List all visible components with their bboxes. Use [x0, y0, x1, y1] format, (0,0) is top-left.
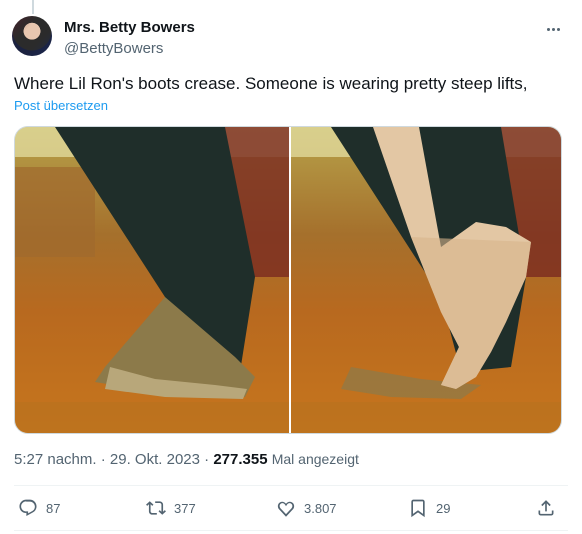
tweet-date[interactable]: 29. Okt. 2023: [110, 451, 200, 468]
media-grid[interactable]: [14, 126, 562, 434]
repost-button[interactable]: 377: [146, 498, 196, 518]
media-image-left[interactable]: [15, 127, 289, 433]
reply-count: 87: [46, 500, 61, 516]
translate-post-link[interactable]: Post übersetzen: [14, 98, 108, 113]
bookmark-icon: [411, 499, 425, 518]
share-button[interactable]: [536, 498, 556, 518]
meta-separator: ·: [204, 451, 214, 468]
share-icon: [538, 500, 554, 516]
media-image-right[interactable]: [289, 127, 561, 433]
author-name[interactable]: Mrs. Betty Bowers: [64, 19, 195, 36]
avatar[interactable]: [12, 16, 52, 56]
bookmark-count: 29: [436, 500, 451, 516]
repost-count: 377: [174, 500, 196, 516]
tweet-meta: 5:27 nachm. · 29. Okt. 2023 · 277.355 Ma…: [14, 451, 359, 468]
like-icon: [277, 501, 295, 517]
like-count: 3.807: [304, 500, 337, 516]
more-icon[interactable]: [542, 19, 564, 39]
divider: [14, 485, 568, 486]
action-bar: 87 377 3.807 29: [0, 494, 582, 524]
tweet-time[interactable]: 5:27 nachm.: [14, 451, 97, 468]
reply-icon: [19, 499, 37, 516]
repost-icon: [146, 501, 166, 515]
reply-button[interactable]: 87: [18, 498, 60, 518]
view-count-label: Mal angezeigt: [271, 451, 359, 467]
meta-separator: ·: [100, 451, 110, 468]
divider: [14, 530, 568, 531]
bookmark-button[interactable]: 29: [408, 498, 450, 518]
tweet-text: Where Lil Ron's boots crease. Someone is…: [14, 74, 528, 93]
like-button[interactable]: 3.807: [276, 498, 337, 518]
view-count: 277.355: [213, 451, 268, 468]
author-handle[interactable]: @BettyBowers: [64, 40, 163, 57]
thread-connector-line: [32, 0, 34, 14]
